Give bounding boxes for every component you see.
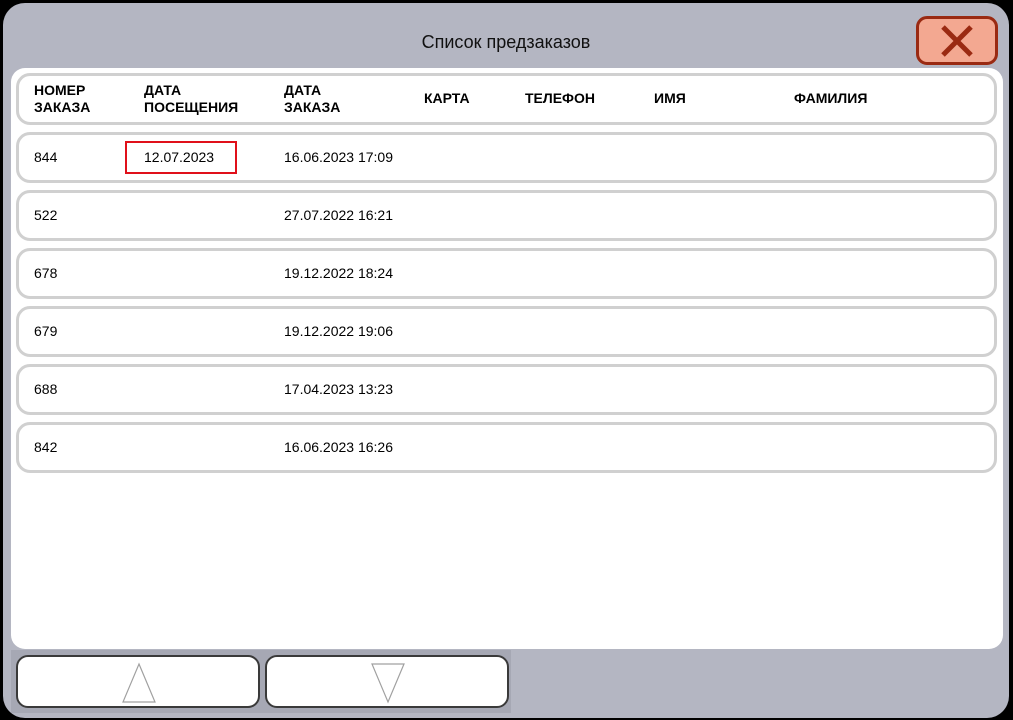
header-visit-date-line: ДАТА	[144, 82, 182, 98]
cell-order-number: 844	[34, 149, 58, 165]
scroll-up-button[interactable]	[16, 655, 260, 708]
cell-order-date: 16.06.2023 16:26	[284, 439, 393, 455]
cell-order-date: 19.12.2022 18:24	[284, 265, 393, 281]
cell-order-date: 27.07.2022 16:21	[284, 207, 393, 223]
preorder-list-window: Список предзаказов НОМЕР ЗАКАЗА ДАТА ПОСЕЩЕ…	[3, 3, 1009, 718]
header-order-date-line: ДАТА	[284, 82, 322, 98]
header-order-date: ДАТА ЗАКАЗА	[284, 82, 340, 116]
table-row[interactable]: 679 19.12.2022 19:06	[16, 306, 997, 357]
table-row[interactable]: 842 16.06.2023 16:26	[16, 422, 997, 473]
scroll-down-button[interactable]	[265, 655, 509, 708]
header-phone-line: ТЕЛЕФОН	[525, 90, 595, 106]
preorder-table: НОМЕР ЗАКАЗА ДАТА ПОСЕЩЕНИЯ ДАТА ЗАКАЗА КАРТА Т…	[11, 68, 1003, 649]
header-order-number-line: ЗАКАЗА	[34, 99, 91, 115]
header-visit-date: ДАТА ПОСЕЩЕНИЯ	[144, 82, 238, 116]
header-order-number: НОМЕР ЗАКАЗА	[34, 82, 90, 116]
cell-order-date: 16.06.2023 17:09	[284, 149, 393, 165]
header-name: ИМЯ	[654, 90, 686, 107]
header-surname: ФАМИЛИЯ	[794, 90, 867, 107]
table-row[interactable]: 844 12.07.2023 16.06.2023 17:09	[16, 132, 997, 183]
window-title: Список предзаказов	[421, 32, 591, 52]
selected-cell-highlight	[125, 141, 237, 174]
cell-order-number: 679	[34, 323, 58, 339]
cell-order-number: 522	[34, 207, 58, 223]
header-name-line: ИМЯ	[654, 90, 686, 106]
cell-order-date: 19.12.2022 19:06	[284, 323, 393, 339]
header-order-number-line: НОМЕР	[34, 82, 86, 98]
header-card-line: КАРТА	[424, 90, 470, 106]
cell-order-number: 842	[34, 439, 58, 455]
header-visit-date-line: ПОСЕЩЕНИЯ	[144, 99, 239, 115]
cell-order-number: 678	[34, 265, 58, 281]
cell-order-number: 688	[34, 381, 58, 397]
header-order-date-line: ЗАКАЗА	[284, 99, 341, 115]
table-row[interactable]: 688 17.04.2023 13:23	[16, 364, 997, 415]
close-button[interactable]	[916, 16, 998, 65]
triangle-down-icon	[371, 663, 405, 704]
triangle-up-icon	[122, 662, 156, 703]
table-header: НОМЕР ЗАКАЗА ДАТА ПОСЕЩЕНИЯ ДАТА ЗАКАЗА КАРТА Т…	[16, 73, 997, 125]
header-phone: ТЕЛЕФОН	[525, 90, 595, 107]
table-row[interactable]: 678 19.12.2022 18:24	[16, 248, 997, 299]
header-surname-line: ФАМИЛИЯ	[794, 90, 868, 106]
table-row[interactable]: 522 27.07.2022 16:21	[16, 190, 997, 241]
cell-order-date: 17.04.2023 13:23	[284, 381, 393, 397]
navigation-bar	[11, 650, 511, 713]
close-icon	[941, 25, 973, 57]
header-card: КАРТА	[424, 90, 470, 107]
